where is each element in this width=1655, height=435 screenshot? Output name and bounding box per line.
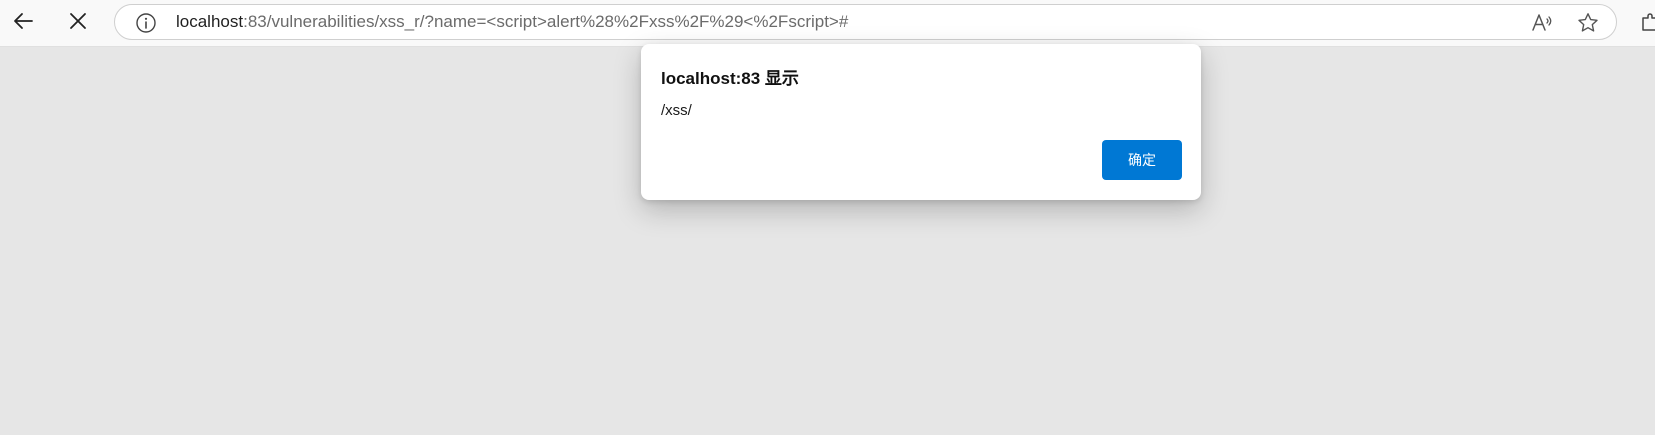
back-arrow-icon: [11, 9, 35, 38]
alert-dialog: localhost:83 显示 /xss/ 确定: [641, 44, 1201, 200]
dialog-title: localhost:83 显示: [661, 69, 799, 88]
browser-window: localhost:83/vulnerabilities/xss_r/?name…: [0, 0, 1655, 435]
stop-loading-button[interactable]: [59, 4, 97, 42]
browser-toolbar: localhost:83/vulnerabilities/xss_r/?name…: [0, 0, 1655, 47]
extensions-icon[interactable]: [1639, 10, 1655, 34]
url-path: :83/vulnerabilities/xss_r/?name=<script>…: [243, 12, 849, 31]
ok-button[interactable]: 确定: [1102, 140, 1182, 180]
url-text[interactable]: localhost:83/vulnerabilities/xss_r/?name…: [176, 5, 848, 39]
back-button[interactable]: [4, 4, 42, 42]
read-aloud-icon[interactable]: [1530, 11, 1554, 35]
close-icon: [67, 10, 89, 37]
url-host: localhost: [176, 12, 244, 31]
info-icon[interactable]: [135, 12, 157, 34]
star-icon[interactable]: [1576, 11, 1600, 35]
dialog-message: /xss/: [661, 102, 692, 119]
address-bar[interactable]: localhost:83/vulnerabilities/xss_r/?name…: [114, 4, 1617, 40]
